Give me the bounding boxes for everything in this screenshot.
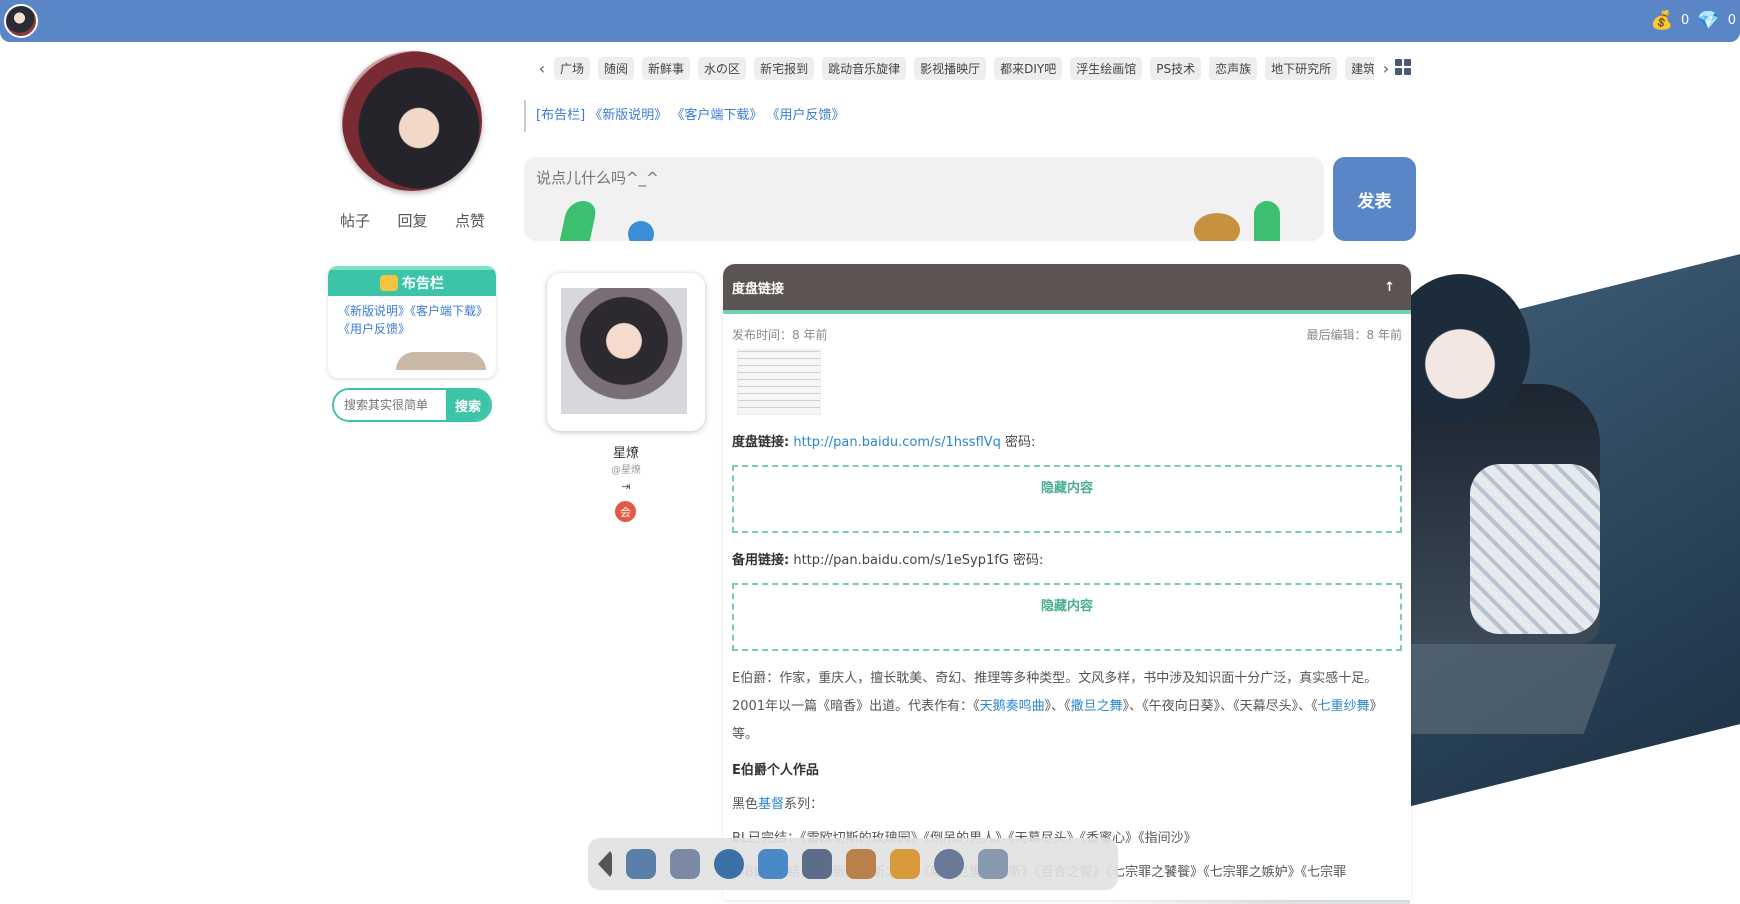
link1-url[interactable]: http://pan.baidu.com/s/1hssflVq xyxy=(793,435,1001,450)
bulletin-board-header: 布告栏 xyxy=(328,266,496,296)
dock-person-icon[interactable] xyxy=(846,849,876,879)
nav-tab[interactable]: 都来DIY吧 xyxy=(994,56,1063,80)
money-bag-icon[interactable]: 💰 xyxy=(1651,10,1673,31)
search-input[interactable] xyxy=(334,390,446,420)
dock-home-icon[interactable] xyxy=(802,849,832,879)
post-edited: 最后编辑：8 年前 xyxy=(1306,328,1402,342)
work-link[interactable]: 撒旦之舞 xyxy=(1071,699,1123,714)
dock-window-icon[interactable] xyxy=(670,849,700,879)
snail-decoration xyxy=(1194,213,1240,241)
hidden-content-box[interactable]: 隐藏内容 xyxy=(732,583,1402,651)
profile-avatar[interactable] xyxy=(342,51,482,191)
dock-mushroom-icon[interactable] xyxy=(758,849,788,879)
nav-prev-arrow-icon[interactable]: ‹ xyxy=(530,59,554,78)
composer xyxy=(524,157,1324,241)
link2-label: 备用链接: xyxy=(732,553,790,568)
nav-tab[interactable]: 新宅报到 xyxy=(754,56,815,80)
member-badge: 会 xyxy=(615,501,636,522)
category-nav: ‹ 广场 随阅 新鲜事 水の区 新宅报到 跳动音乐旋律 影视播映厅 都来DIY吧… xyxy=(530,56,1420,80)
collapse-arrow-icon[interactable]: ↑ xyxy=(1384,280,1395,295)
gem-count: 0 xyxy=(1727,13,1736,28)
author-avatar-frame[interactable] xyxy=(547,273,705,431)
nav-tab[interactable]: 随阅 xyxy=(598,56,635,80)
nav-tab[interactable]: 影视播映厅 xyxy=(914,56,987,80)
post-header: 度盘链接 ↑ xyxy=(723,264,1411,314)
text: 黑色 xyxy=(732,797,759,812)
dock-planet-icon[interactable] xyxy=(714,849,744,879)
post-thumbnail[interactable] xyxy=(737,349,821,415)
stat-likes[interactable]: 点赞 xyxy=(455,210,485,231)
text: 》、《 xyxy=(1044,699,1071,714)
stat-posts[interactable]: 帖子 xyxy=(340,210,370,231)
nav-tab[interactable]: 跳动音乐旋律 xyxy=(822,56,907,80)
nav-tab[interactable]: 广场 xyxy=(554,56,591,80)
text: 2001年以一篇《暗香》出道。代表作有：《 xyxy=(732,699,980,714)
bulletin-board-title: 布告栏 xyxy=(402,276,444,292)
grass-decoration xyxy=(1254,201,1280,241)
wallet: 💰 0 💎 0 xyxy=(1651,10,1736,31)
works-heading: E伯爵个人作品 xyxy=(732,763,819,778)
grass-decoration xyxy=(559,201,599,241)
dock-card-icon[interactable] xyxy=(890,849,920,879)
nav-tab[interactable]: 水の区 xyxy=(698,56,747,80)
post-button[interactable]: 发表 xyxy=(1333,157,1416,241)
post-title: 度盘链接 xyxy=(732,281,785,297)
dock-arrow-icon[interactable] xyxy=(598,849,612,879)
author-handle: @星燎 xyxy=(611,465,641,476)
post-published: 发布时间：8 年前 xyxy=(732,328,828,342)
link1-password-label: 密码: xyxy=(1005,435,1036,450)
dock-compass-icon[interactable] xyxy=(934,849,964,879)
bio-paragraph: E伯爵：作家，重庆人，擅长耽美、奇幻、推理等多种类型。文风多样，书中涉及知识面十… xyxy=(732,671,1378,686)
coin-count: 0 xyxy=(1681,13,1690,28)
link2-text: http://pan.baidu.com/s/1eSyp1fG 密码: xyxy=(793,553,1044,568)
post-body: 度盘链接: http://pan.baidu.com/s/1hssflVq 密码… xyxy=(723,415,1411,887)
app-dock xyxy=(588,838,1118,890)
hidden-content-box[interactable]: 隐藏内容 xyxy=(732,465,1402,533)
post-card: 度盘链接 ↑ 发布时间：8 年前 最后编辑：8 年前 度盘链接: http://… xyxy=(723,264,1411,900)
author-photo xyxy=(561,288,687,414)
nav-tab[interactable]: 地下研究所 xyxy=(1265,56,1338,80)
work-link[interactable]: 七重纱舞 xyxy=(1318,699,1370,714)
gem-icon[interactable]: 💎 xyxy=(1697,10,1719,31)
bulletin-board-card: 布告栏 《新版说明》《客户端下载》《用户反馈》 xyxy=(328,266,496,378)
bulletin-board-links[interactable]: 《新版说明》《客户端下载》《用户反馈》 xyxy=(328,296,496,344)
search-box: 搜索 xyxy=(332,388,492,422)
nav-tab[interactable]: PS技术 xyxy=(1150,56,1202,80)
nav-tab[interactable]: 浮生绘画馆 xyxy=(1070,56,1143,80)
grid-menu-icon[interactable] xyxy=(1395,59,1411,75)
nav-tab[interactable]: 恋声族 xyxy=(1209,56,1258,80)
dock-chart-icon[interactable] xyxy=(626,849,656,879)
follow-icon[interactable]: ⇥ xyxy=(547,480,705,493)
profile-stats: 帖子 回复 点赞 xyxy=(340,210,485,231)
top-bar: 💰 0 💎 0 xyxy=(0,0,1740,42)
bulletin-icon xyxy=(380,275,398,291)
link1-label: 度盘链接: xyxy=(732,435,790,450)
bubble-decoration xyxy=(628,221,654,241)
series-link[interactable]: 基督 xyxy=(758,797,784,812)
post-meta: 发布时间：8 年前 最后编辑：8 年前 xyxy=(723,314,1411,343)
nav-tab[interactable]: 新鲜事 xyxy=(642,56,691,80)
search-button[interactable]: 搜索 xyxy=(446,390,490,420)
notice-bar[interactable]: [布告栏] 《新版说明》 《客户端下载》 《用户反馈》 xyxy=(524,100,845,132)
bio-paragraph-works: 2001年以一篇《暗香》出道。代表作有：《天鹅奏鸣曲》、《撒旦之舞》、《午夜向日… xyxy=(732,693,1402,749)
bulletin-decoration xyxy=(396,352,486,370)
user-avatar[interactable] xyxy=(4,4,38,38)
text: 》、《午夜向日葵》、《天幕尽头》、《 xyxy=(1122,699,1318,714)
composer-input[interactable] xyxy=(536,169,1236,187)
series-line: 黑色基督系列： xyxy=(732,791,1402,819)
dock-apps-icon[interactable] xyxy=(978,849,1008,879)
stat-replies[interactable]: 回复 xyxy=(397,210,427,231)
author-name[interactable]: 星燎 xyxy=(547,442,705,461)
text: 系列： xyxy=(784,797,824,812)
nav-tab[interactable]: 建筑 xyxy=(1345,56,1374,80)
work-link[interactable]: 天鹅奏鸣曲 xyxy=(980,699,1045,714)
